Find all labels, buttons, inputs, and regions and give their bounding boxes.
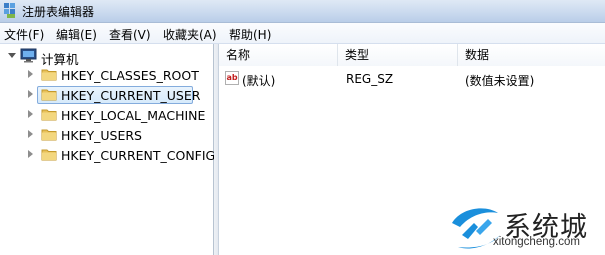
- tree-label: HKEY_CLASSES_ROOT: [61, 68, 199, 83]
- menu-view[interactable]: 查看(V): [109, 26, 151, 43]
- menu-bar: 文件(F) 编辑(E) 查看(V) 收藏夹(A) 帮助(H): [0, 23, 605, 44]
- list-row[interactable]: ab (默认) REG_SZ (数值未设置): [219, 68, 605, 88]
- folder-icon: [41, 89, 57, 101]
- tree-item-computer[interactable]: 计算机: [0, 47, 213, 67]
- title-bar[interactable]: 注册表编辑器: [0, 0, 605, 23]
- expand-arrow-icon[interactable]: [28, 150, 33, 158]
- tree-label: HKEY_CURRENT_CONFIG: [61, 148, 216, 163]
- column-header-name[interactable]: 名称: [219, 44, 338, 66]
- computer-icon: [20, 48, 37, 63]
- folder-icon: [41, 129, 57, 141]
- menu-file[interactable]: 文件(F): [4, 26, 44, 43]
- column-header-data[interactable]: 数据: [458, 44, 605, 66]
- folder-icon: [41, 109, 57, 121]
- string-value-icon: ab: [225, 71, 239, 85]
- menu-edit[interactable]: 编辑(E): [56, 26, 97, 43]
- tree-item-hkey-current-user[interactable]: HKEY_CURRENT_USER: [0, 86, 213, 104]
- watermark: 系统城 xitongcheng.com: [448, 201, 603, 253]
- expand-arrow-icon[interactable]: [28, 70, 33, 78]
- column-header-type[interactable]: 类型: [338, 44, 458, 66]
- tree-item-hkey-users[interactable]: HKEY_USERS: [0, 126, 213, 144]
- tree-item-hkey-current-config[interactable]: HKEY_CURRENT_CONFIG: [0, 146, 216, 164]
- tree-item-hkey-classes-root[interactable]: HKEY_CLASSES_ROOT: [0, 66, 213, 84]
- registry-editor-icon: [4, 3, 15, 18]
- tree-label: HKEY_USERS: [61, 128, 142, 143]
- folder-icon: [41, 149, 57, 161]
- expand-arrow-icon[interactable]: [28, 90, 33, 98]
- watermark-url: xitongcheng.com: [493, 236, 580, 248]
- registry-tree[interactable]: 计算机 HKEY_CLASSES_ROOT HKEY_CURRENT_USER …: [0, 44, 216, 255]
- value-name: (默认): [242, 74, 276, 88]
- collapse-arrow-icon[interactable]: [8, 53, 16, 58]
- menu-help[interactable]: 帮助(H): [229, 26, 271, 43]
- window-title: 注册表编辑器: [22, 5, 95, 19]
- tree-item-hkey-local-machine[interactable]: HKEY_LOCAL_MACHINE: [0, 106, 213, 124]
- value-data: (数值未设置): [465, 74, 535, 88]
- tree-label: HKEY_CURRENT_USER: [61, 88, 201, 103]
- expand-arrow-icon[interactable]: [28, 130, 33, 138]
- expand-arrow-icon[interactable]: [28, 110, 33, 118]
- value-type: REG_SZ: [346, 72, 394, 86]
- tree-label: HKEY_LOCAL_MACHINE: [61, 108, 206, 123]
- folder-icon: [41, 69, 57, 81]
- menu-favorites[interactable]: 收藏夹(A): [163, 26, 217, 43]
